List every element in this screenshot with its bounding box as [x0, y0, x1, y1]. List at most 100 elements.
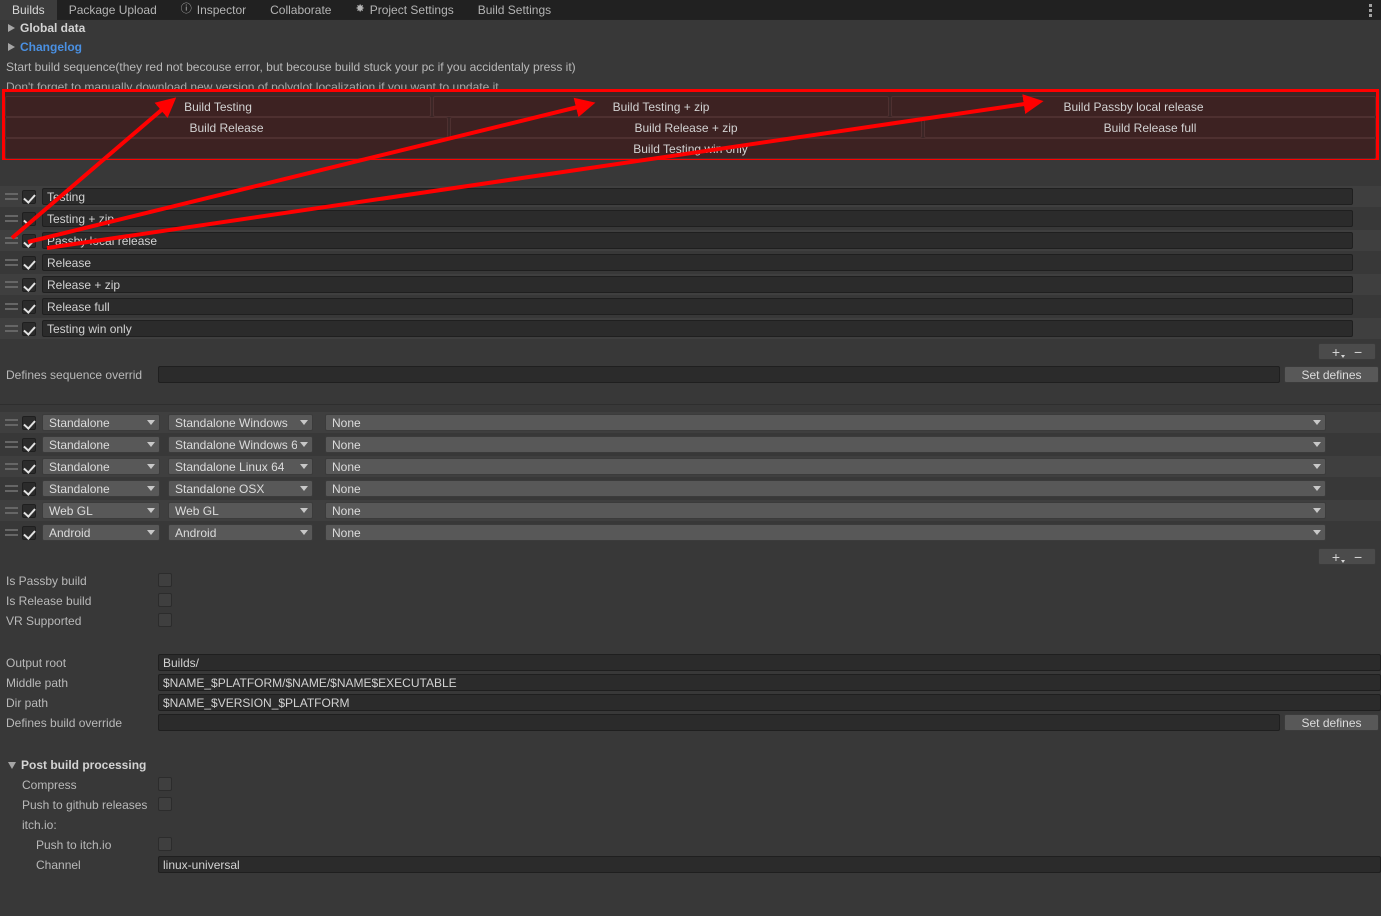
drag-handle-icon[interactable]: [0, 478, 22, 499]
tab-package-upload[interactable]: Package Upload: [57, 0, 169, 20]
sequence-name-input[interactable]: Passby local release: [42, 232, 1353, 249]
tab-builds[interactable]: Builds: [0, 0, 57, 20]
drag-handle-icon[interactable]: [0, 318, 22, 339]
foldout-changelog[interactable]: Changelog: [8, 39, 82, 55]
architecture-dropdown[interactable]: None: [325, 414, 1326, 431]
enabled-checkbox[interactable]: [22, 233, 36, 248]
push-itch-checkbox[interactable]: [158, 837, 172, 851]
enabled-checkbox[interactable]: [22, 459, 36, 474]
architecture-dropdown[interactable]: None: [325, 524, 1326, 541]
list-item[interactable]: Release full: [0, 296, 1381, 317]
defines-build-input[interactable]: [158, 714, 1280, 731]
drag-handle-icon[interactable]: [0, 208, 22, 229]
platform-group-dropdown[interactable]: Standalone: [42, 414, 160, 431]
build-release-button[interactable]: Build Release: [5, 117, 448, 138]
enabled-checkbox[interactable]: [22, 503, 36, 518]
platform-group-dropdown[interactable]: Standalone: [42, 436, 160, 453]
build-target-dropdown[interactable]: Standalone Windows 6: [168, 436, 313, 453]
drag-handle-icon[interactable]: [0, 230, 22, 251]
tab-inspector[interactable]: ⓘ Inspector: [169, 0, 258, 20]
foldout-post-build-processing[interactable]: Post build processing: [8, 757, 146, 773]
build-target-dropdown[interactable]: Standalone OSX: [168, 480, 313, 497]
drag-handle-icon[interactable]: [0, 252, 22, 273]
kebab-menu-icon[interactable]: [1363, 0, 1377, 20]
enabled-checkbox[interactable]: [22, 277, 36, 292]
build-target-dropdown[interactable]: Standalone Windows: [168, 414, 313, 431]
table-row[interactable]: Standalone Standalone OSX None: [0, 478, 1381, 499]
foldout-global-data[interactable]: Global data: [8, 20, 85, 36]
build-target-dropdown[interactable]: Android: [168, 524, 313, 541]
build-testing-button[interactable]: Build Testing: [5, 96, 431, 117]
architecture-dropdown[interactable]: None: [325, 436, 1326, 453]
build-release-full-button[interactable]: Build Release full: [924, 117, 1376, 138]
tab-build-settings[interactable]: Build Settings: [466, 0, 563, 20]
build-passby-local-release-button[interactable]: Build Passby local release: [891, 96, 1376, 117]
architecture-dropdown[interactable]: None: [325, 480, 1326, 497]
dir-path-input[interactable]: $NAME_$VERSION_$PLATFORM: [158, 694, 1381, 711]
sequence-name-input[interactable]: Release + zip: [42, 276, 1353, 293]
drag-handle-icon[interactable]: [0, 500, 22, 521]
table-row[interactable]: Standalone Standalone Linux 64 None: [0, 456, 1381, 477]
tab-label: Build Settings: [477, 2, 552, 17]
enabled-checkbox[interactable]: [22, 437, 36, 452]
is-release-build-checkbox[interactable]: [158, 593, 172, 607]
is-passby-build-checkbox[interactable]: [158, 573, 172, 587]
list-item[interactable]: Release: [0, 252, 1381, 273]
tab-project-settings[interactable]: ✸ Project Settings: [343, 0, 465, 20]
platform-group-dropdown[interactable]: Android: [42, 524, 160, 541]
tab-collaborate[interactable]: Collaborate: [258, 0, 343, 20]
build-target-dropdown[interactable]: Standalone Linux 64: [168, 458, 313, 475]
drag-handle-icon[interactable]: [0, 186, 22, 207]
sequence-name-input[interactable]: Testing: [42, 188, 1353, 205]
drag-handle-icon[interactable]: [0, 296, 22, 317]
drag-handle-icon[interactable]: [0, 522, 22, 543]
table-row[interactable]: Standalone Standalone Windows 6 None: [0, 434, 1381, 455]
defines-sequence-input[interactable]: [158, 366, 1280, 383]
list-item[interactable]: Release + zip: [0, 274, 1381, 295]
compress-checkbox[interactable]: [158, 777, 172, 791]
platform-group-dropdown[interactable]: Standalone: [42, 458, 160, 475]
sequence-name-input[interactable]: Testing + zip: [42, 210, 1353, 227]
sequence-name-input[interactable]: Release full: [42, 298, 1353, 315]
table-row[interactable]: Standalone Standalone Windows None: [0, 412, 1381, 433]
set-defines-build-button[interactable]: Set defines: [1284, 714, 1379, 731]
drag-handle-icon[interactable]: [0, 274, 22, 295]
list-item[interactable]: Testing + zip: [0, 208, 1381, 229]
channel-input[interactable]: linux-universal: [158, 856, 1381, 873]
list-item[interactable]: Testing win only: [0, 318, 1381, 339]
enabled-checkbox[interactable]: [22, 415, 36, 430]
table-row[interactable]: Android Android None: [0, 522, 1381, 543]
enabled-checkbox[interactable]: [22, 299, 36, 314]
table-row[interactable]: Web GL Web GL None: [0, 500, 1381, 521]
list-item[interactable]: Passby local release: [0, 230, 1381, 251]
remove-platform-button[interactable]: −: [1354, 550, 1362, 564]
build-target-dropdown[interactable]: Web GL: [168, 502, 313, 519]
add-sequence-button[interactable]: +: [1332, 345, 1346, 359]
enabled-checkbox[interactable]: [22, 481, 36, 496]
sequence-name-input[interactable]: Release: [42, 254, 1353, 271]
enabled-checkbox[interactable]: [22, 211, 36, 226]
middle-path-input[interactable]: $NAME_$PLATFORM/$NAME/$NAME$EXECUTABLE: [158, 674, 1381, 691]
platform-group-dropdown[interactable]: Standalone: [42, 480, 160, 497]
enabled-checkbox[interactable]: [22, 321, 36, 336]
build-testing-win-only-button[interactable]: Build Testing win only: [5, 138, 1376, 159]
sequence-name-input[interactable]: Testing win only: [42, 320, 1353, 337]
architecture-dropdown[interactable]: None: [325, 458, 1326, 475]
enabled-checkbox[interactable]: [22, 189, 36, 204]
build-testing-zip-button[interactable]: Build Testing + zip: [433, 96, 889, 117]
platform-group-dropdown[interactable]: Web GL: [42, 502, 160, 519]
add-platform-button[interactable]: +: [1332, 550, 1346, 564]
drag-handle-icon[interactable]: [0, 456, 22, 477]
architecture-dropdown[interactable]: None: [325, 502, 1326, 519]
drag-handle-icon[interactable]: [0, 412, 22, 433]
remove-sequence-button[interactable]: −: [1354, 345, 1362, 359]
enabled-checkbox[interactable]: [22, 255, 36, 270]
drag-handle-icon[interactable]: [0, 434, 22, 455]
set-defines-sequence-button[interactable]: Set defines: [1284, 366, 1379, 383]
vr-supported-checkbox[interactable]: [158, 613, 172, 627]
output-root-input[interactable]: Builds/: [158, 654, 1381, 671]
push-github-checkbox[interactable]: [158, 797, 172, 811]
build-release-zip-button[interactable]: Build Release + zip: [450, 117, 922, 138]
list-item[interactable]: Testing: [0, 186, 1381, 207]
enabled-checkbox[interactable]: [22, 525, 36, 540]
